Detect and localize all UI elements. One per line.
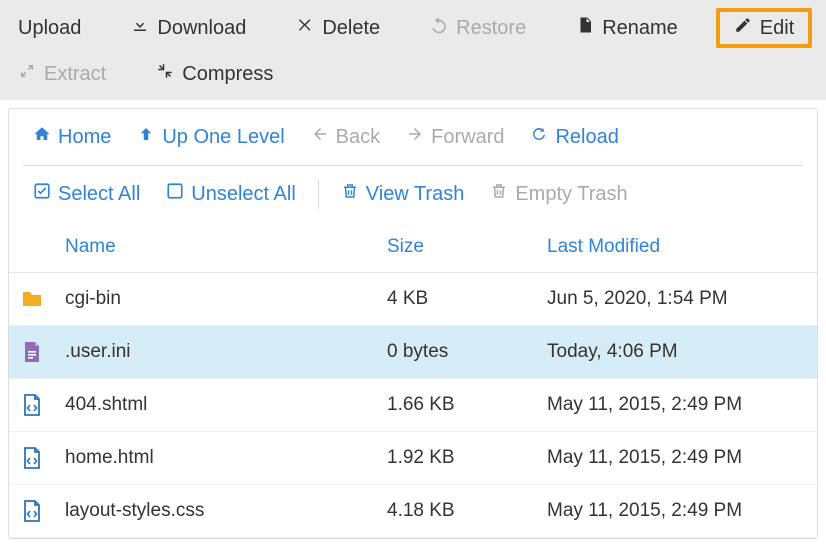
file-type-icon [9,326,55,379]
empty-trash-label: Empty Trash [515,183,627,206]
table-row[interactable]: layout-styles.css4.18 KBMay 11, 2015, 2:… [9,485,817,538]
file-table: Name Size Last Modified cgi-bin4 KBJun 5… [9,222,817,538]
home-button[interactable]: Home [23,119,121,155]
home-icon [33,125,51,149]
column-name[interactable]: Name [55,222,377,273]
rename-button[interactable]: Rename [564,10,690,46]
file-size: 4 KB [377,273,537,326]
reload-button[interactable]: Reload [520,119,628,155]
edit-button[interactable]: Edit [716,8,812,48]
table-row[interactable]: 404.shtml1.66 KBMay 11, 2015, 2:49 PM [9,379,817,432]
trash-icon [490,182,508,206]
file-type-icon [9,485,55,538]
file-size: 1.66 KB [377,379,537,432]
delete-label: Delete [322,17,380,40]
pencil-icon [734,16,752,40]
file-name: .user.ini [55,326,377,379]
table-row[interactable]: cgi-bin4 KBJun 5, 2020, 1:54 PM [9,273,817,326]
column-icon [9,222,55,273]
trash-icon [341,182,359,206]
file-size: 1.92 KB [377,432,537,485]
file-icon [576,16,594,40]
home-label: Home [58,126,111,149]
table-row[interactable]: .user.ini0 bytesToday, 4:06 PM [9,326,817,379]
view-trash-label: View Trash [366,183,465,206]
select-toolbar: Select All Unselect All View Trash Empty… [9,166,817,222]
file-modified: Jun 5, 2020, 1:54 PM [537,273,817,326]
empty-trash-button: Empty Trash [480,176,637,212]
file-modified: May 11, 2015, 2:49 PM [537,379,817,432]
separator [318,179,319,209]
compress-icon [156,62,174,86]
restore-label: Restore [456,17,526,40]
restore-button: Restore [418,10,538,46]
file-size: 4.18 KB [377,485,537,538]
file-modified: May 11, 2015, 2:49 PM [537,432,817,485]
column-modified[interactable]: Last Modified [537,222,817,273]
forward-label: Forward [431,126,504,149]
reload-label: Reload [555,126,618,149]
file-name: home.html [55,432,377,485]
close-icon [296,16,314,40]
select-all-button[interactable]: Select All [23,176,150,212]
file-name: 404.shtml [55,379,377,432]
download-button[interactable]: Download [119,10,258,46]
unselect-all-label: Unselect All [191,183,296,206]
undo-icon [430,16,448,40]
extract-label: Extract [44,63,106,86]
extract-button: Extract [6,56,118,92]
compress-button[interactable]: Compress [144,56,285,92]
back-button: Back [301,119,390,155]
back-label: Back [336,126,380,149]
compress-label: Compress [182,63,273,86]
main-toolbar: Upload Download Delete Restore Rename Ed… [0,0,826,100]
file-type-icon [9,273,55,326]
file-type-icon [9,379,55,432]
expand-icon [18,62,36,86]
up-one-level-button[interactable]: Up One Level [127,119,294,155]
checkbox-empty-icon [166,182,184,206]
file-name: layout-styles.css [55,485,377,538]
checkbox-checked-icon [33,182,51,206]
arrow-up-icon [137,125,155,149]
reload-icon [530,125,548,149]
delete-button[interactable]: Delete [284,10,392,46]
table-row[interactable]: home.html1.92 KBMay 11, 2015, 2:49 PM [9,432,817,485]
edit-label: Edit [760,17,794,40]
file-type-icon [9,432,55,485]
file-modified: May 11, 2015, 2:49 PM [537,485,817,538]
column-size[interactable]: Size [377,222,537,273]
file-modified: Today, 4:06 PM [537,326,817,379]
file-name: cgi-bin [55,273,377,326]
up-label: Up One Level [162,126,284,149]
upload-button[interactable]: Upload [6,11,93,46]
arrow-right-icon [406,125,424,149]
file-panel: Home Up One Level Back Forward Reload [8,108,818,539]
forward-button: Forward [396,119,514,155]
file-size: 0 bytes [377,326,537,379]
view-trash-button[interactable]: View Trash [331,176,475,212]
select-all-label: Select All [58,183,140,206]
arrow-left-icon [311,125,329,149]
rename-label: Rename [602,17,678,40]
upload-label: Upload [18,17,81,40]
nav-toolbar: Home Up One Level Back Forward Reload [9,109,817,165]
download-label: Download [157,17,246,40]
unselect-all-button[interactable]: Unselect All [156,176,306,212]
download-icon [131,16,149,40]
